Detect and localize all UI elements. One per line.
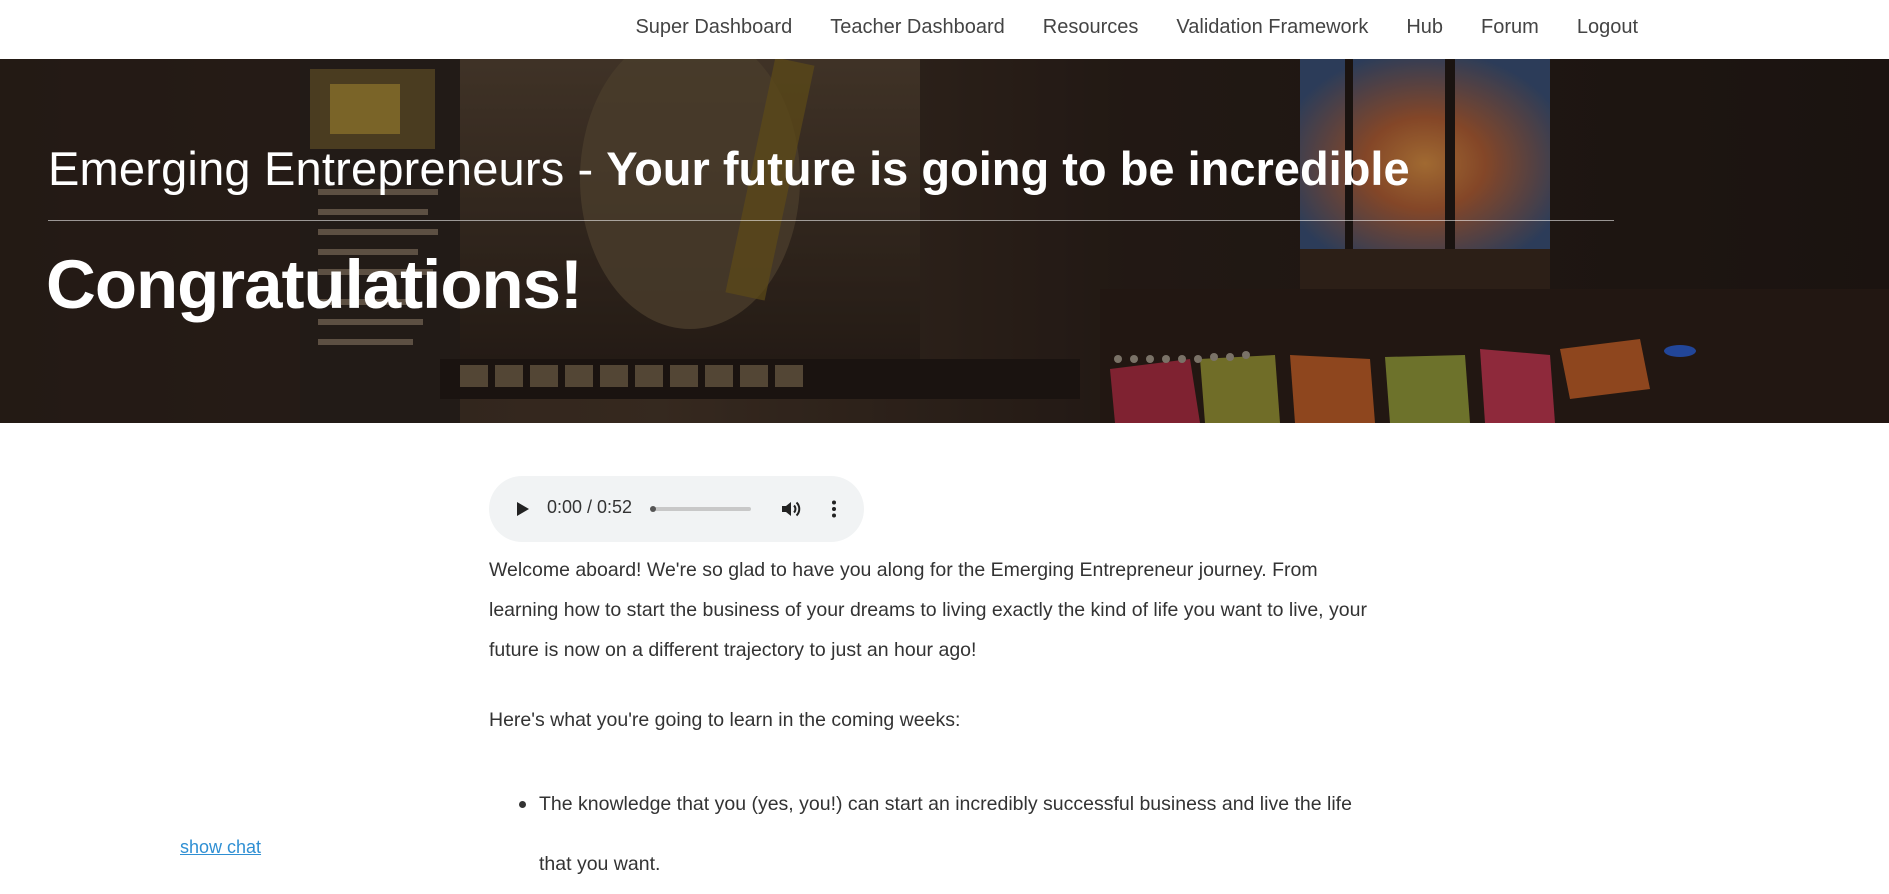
- nav-item-teacher-dashboard[interactable]: Teacher Dashboard: [811, 16, 1024, 39]
- show-chat-link[interactable]: show chat: [180, 837, 261, 858]
- play-icon[interactable]: [511, 498, 533, 520]
- hero-divider: [48, 220, 1614, 221]
- hero-title-program: Emerging Entrepreneurs: [48, 142, 565, 195]
- learn-intro-paragraph: Here's what you're going to learn in the…: [489, 709, 961, 731]
- top-nav: Super Dashboard Teacher Dashboard Resour…: [0, 0, 1889, 59]
- audio-time: 0:00 / 0:52: [547, 497, 633, 517]
- nav-item-validation-framework[interactable]: Validation Framework: [1157, 16, 1387, 39]
- nav-menu: Super Dashboard Teacher Dashboard Resour…: [616, 0, 1657, 55]
- hero-banner: Emerging Entrepreneurs - Your future is …: [0, 59, 1889, 423]
- hero-title-separator: -: [564, 142, 607, 195]
- nav-item-forum[interactable]: Forum: [1462, 16, 1558, 39]
- audio-seek-bar[interactable]: [650, 506, 751, 512]
- nav-item-super-dashboard[interactable]: Super Dashboard: [616, 16, 811, 39]
- audio-player[interactable]: 0:00 / 0:52: [489, 476, 864, 542]
- hero-heading: Congratulations!: [46, 246, 583, 323]
- more-vertical-icon[interactable]: [822, 497, 846, 521]
- learning-list: The knowledge that you (yes, you!) can s…: [489, 774, 1379, 894]
- hero-title-tagline: Your future is going to be incredible: [606, 142, 1410, 195]
- nav-item-logout[interactable]: Logout: [1558, 16, 1657, 39]
- volume-icon[interactable]: [779, 497, 803, 521]
- hero-title: Emerging Entrepreneurs - Your future is …: [48, 141, 1410, 196]
- hero-overlay: [0, 59, 1889, 423]
- audio-seek-handle[interactable]: [650, 506, 656, 512]
- nav-item-resources[interactable]: Resources: [1024, 16, 1158, 39]
- nav-item-hub[interactable]: Hub: [1387, 16, 1462, 39]
- intro-paragraph: Welcome aboard! We're so glad to have yo…: [489, 559, 1367, 661]
- list-item: The knowledge that you (yes, you!) can s…: [519, 774, 1379, 894]
